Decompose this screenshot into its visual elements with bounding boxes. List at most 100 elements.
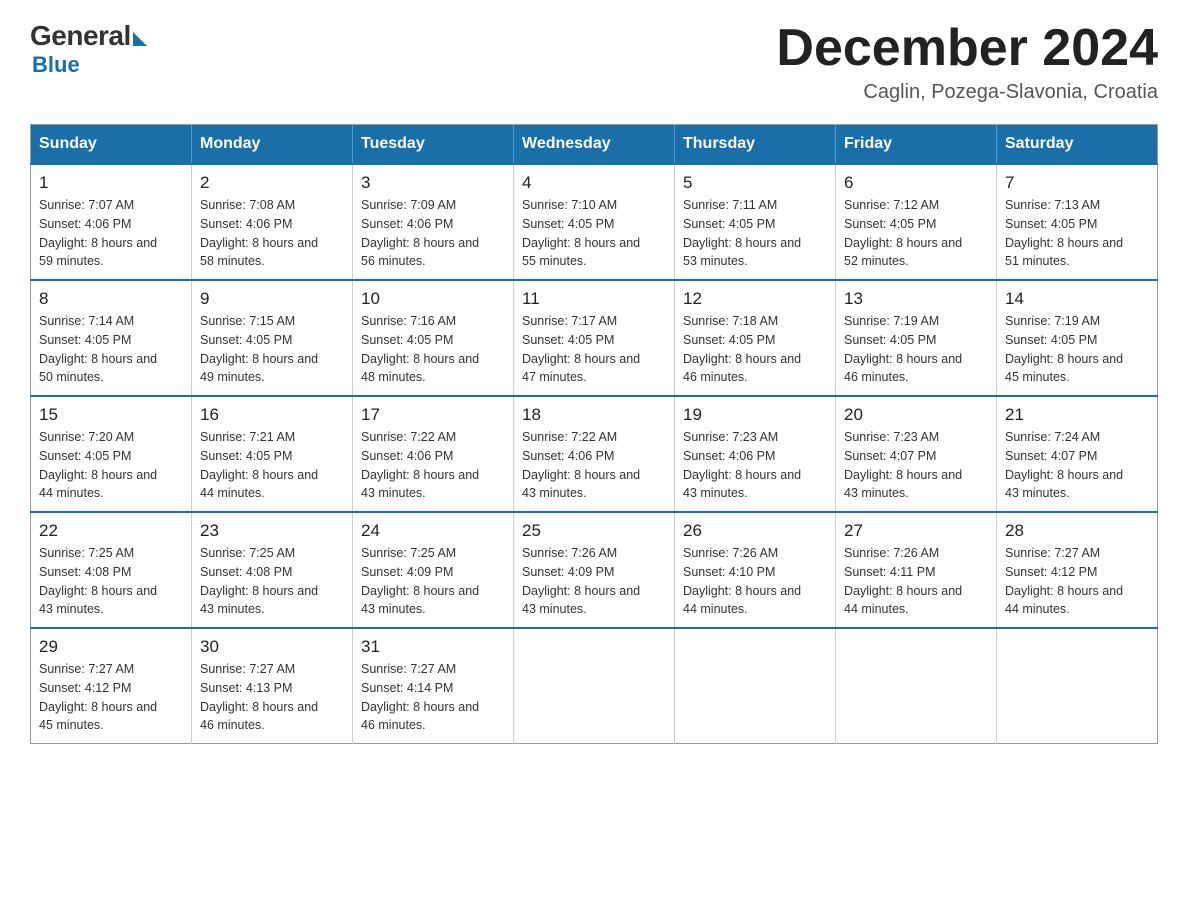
day-number: 25 [522, 521, 666, 541]
day-info: Sunrise: 7:07 AM Sunset: 4:06 PM Dayligh… [39, 196, 183, 271]
day-info: Sunrise: 7:17 AM Sunset: 4:05 PM Dayligh… [522, 312, 666, 387]
day-info: Sunrise: 7:13 AM Sunset: 4:05 PM Dayligh… [1005, 196, 1149, 271]
day-number: 5 [683, 173, 827, 193]
month-title: December 2024 [776, 20, 1158, 77]
table-row: 12 Sunrise: 7:18 AM Sunset: 4:05 PM Dayl… [675, 280, 836, 396]
day-info: Sunrise: 7:27 AM Sunset: 4:12 PM Dayligh… [1005, 544, 1149, 619]
table-row [997, 628, 1158, 744]
calendar-week-row: 15 Sunrise: 7:20 AM Sunset: 4:05 PM Dayl… [31, 396, 1158, 512]
table-row: 4 Sunrise: 7:10 AM Sunset: 4:05 PM Dayli… [514, 164, 675, 280]
day-info: Sunrise: 7:11 AM Sunset: 4:05 PM Dayligh… [683, 196, 827, 271]
table-row: 26 Sunrise: 7:26 AM Sunset: 4:10 PM Dayl… [675, 512, 836, 628]
col-thursday: Thursday [675, 125, 836, 165]
calendar-week-row: 8 Sunrise: 7:14 AM Sunset: 4:05 PM Dayli… [31, 280, 1158, 396]
logo-blue-text: Blue [32, 52, 80, 78]
table-row: 31 Sunrise: 7:27 AM Sunset: 4:14 PM Dayl… [353, 628, 514, 744]
day-info: Sunrise: 7:26 AM Sunset: 4:11 PM Dayligh… [844, 544, 988, 619]
day-info: Sunrise: 7:27 AM Sunset: 4:12 PM Dayligh… [39, 660, 183, 735]
day-info: Sunrise: 7:25 AM Sunset: 4:08 PM Dayligh… [39, 544, 183, 619]
table-row: 27 Sunrise: 7:26 AM Sunset: 4:11 PM Dayl… [836, 512, 997, 628]
day-info: Sunrise: 7:26 AM Sunset: 4:09 PM Dayligh… [522, 544, 666, 619]
table-row: 15 Sunrise: 7:20 AM Sunset: 4:05 PM Dayl… [31, 396, 192, 512]
day-info: Sunrise: 7:23 AM Sunset: 4:07 PM Dayligh… [844, 428, 988, 503]
col-wednesday: Wednesday [514, 125, 675, 165]
table-row: 11 Sunrise: 7:17 AM Sunset: 4:05 PM Dayl… [514, 280, 675, 396]
table-row: 24 Sunrise: 7:25 AM Sunset: 4:09 PM Dayl… [353, 512, 514, 628]
day-number: 17 [361, 405, 505, 425]
day-info: Sunrise: 7:21 AM Sunset: 4:05 PM Dayligh… [200, 428, 344, 503]
day-number: 16 [200, 405, 344, 425]
day-number: 9 [200, 289, 344, 309]
day-info: Sunrise: 7:23 AM Sunset: 4:06 PM Dayligh… [683, 428, 827, 503]
day-number: 26 [683, 521, 827, 541]
day-info: Sunrise: 7:26 AM Sunset: 4:10 PM Dayligh… [683, 544, 827, 619]
day-info: Sunrise: 7:12 AM Sunset: 4:05 PM Dayligh… [844, 196, 988, 271]
day-number: 10 [361, 289, 505, 309]
table-row: 16 Sunrise: 7:21 AM Sunset: 4:05 PM Dayl… [192, 396, 353, 512]
day-number: 1 [39, 173, 183, 193]
logo: General Blue [30, 20, 147, 78]
table-row: 28 Sunrise: 7:27 AM Sunset: 4:12 PM Dayl… [997, 512, 1158, 628]
table-row: 18 Sunrise: 7:22 AM Sunset: 4:06 PM Dayl… [514, 396, 675, 512]
day-info: Sunrise: 7:25 AM Sunset: 4:08 PM Dayligh… [200, 544, 344, 619]
table-row: 6 Sunrise: 7:12 AM Sunset: 4:05 PM Dayli… [836, 164, 997, 280]
col-monday: Monday [192, 125, 353, 165]
calendar-week-row: 29 Sunrise: 7:27 AM Sunset: 4:12 PM Dayl… [31, 628, 1158, 744]
table-row: 10 Sunrise: 7:16 AM Sunset: 4:05 PM Dayl… [353, 280, 514, 396]
logo-arrow-icon [133, 32, 147, 46]
day-info: Sunrise: 7:27 AM Sunset: 4:14 PM Dayligh… [361, 660, 505, 735]
day-info: Sunrise: 7:22 AM Sunset: 4:06 PM Dayligh… [361, 428, 505, 503]
col-friday: Friday [836, 125, 997, 165]
table-row [836, 628, 997, 744]
table-row: 1 Sunrise: 7:07 AM Sunset: 4:06 PM Dayli… [31, 164, 192, 280]
day-number: 3 [361, 173, 505, 193]
table-row: 19 Sunrise: 7:23 AM Sunset: 4:06 PM Dayl… [675, 396, 836, 512]
table-row: 9 Sunrise: 7:15 AM Sunset: 4:05 PM Dayli… [192, 280, 353, 396]
day-number: 6 [844, 173, 988, 193]
day-info: Sunrise: 7:14 AM Sunset: 4:05 PM Dayligh… [39, 312, 183, 387]
calendar-header-row: Sunday Monday Tuesday Wednesday Thursday… [31, 125, 1158, 165]
table-row: 14 Sunrise: 7:19 AM Sunset: 4:05 PM Dayl… [997, 280, 1158, 396]
day-number: 2 [200, 173, 344, 193]
day-number: 24 [361, 521, 505, 541]
day-number: 20 [844, 405, 988, 425]
table-row: 22 Sunrise: 7:25 AM Sunset: 4:08 PM Dayl… [31, 512, 192, 628]
day-info: Sunrise: 7:15 AM Sunset: 4:05 PM Dayligh… [200, 312, 344, 387]
day-number: 14 [1005, 289, 1149, 309]
page-header: General Blue December 2024 Caglin, Pozeg… [30, 20, 1158, 104]
day-number: 30 [200, 637, 344, 657]
day-number: 18 [522, 405, 666, 425]
day-number: 28 [1005, 521, 1149, 541]
table-row: 7 Sunrise: 7:13 AM Sunset: 4:05 PM Dayli… [997, 164, 1158, 280]
calendar-table: Sunday Monday Tuesday Wednesday Thursday… [30, 124, 1158, 744]
table-row: 17 Sunrise: 7:22 AM Sunset: 4:06 PM Dayl… [353, 396, 514, 512]
day-number: 22 [39, 521, 183, 541]
col-sunday: Sunday [31, 125, 192, 165]
day-info: Sunrise: 7:10 AM Sunset: 4:05 PM Dayligh… [522, 196, 666, 271]
table-row: 25 Sunrise: 7:26 AM Sunset: 4:09 PM Dayl… [514, 512, 675, 628]
logo-general-text: General [30, 20, 131, 52]
col-tuesday: Tuesday [353, 125, 514, 165]
day-info: Sunrise: 7:19 AM Sunset: 4:05 PM Dayligh… [844, 312, 988, 387]
table-row: 5 Sunrise: 7:11 AM Sunset: 4:05 PM Dayli… [675, 164, 836, 280]
day-info: Sunrise: 7:19 AM Sunset: 4:05 PM Dayligh… [1005, 312, 1149, 387]
day-info: Sunrise: 7:22 AM Sunset: 4:06 PM Dayligh… [522, 428, 666, 503]
table-row: 3 Sunrise: 7:09 AM Sunset: 4:06 PM Dayli… [353, 164, 514, 280]
day-number: 21 [1005, 405, 1149, 425]
calendar-week-row: 1 Sunrise: 7:07 AM Sunset: 4:06 PM Dayli… [31, 164, 1158, 280]
day-info: Sunrise: 7:25 AM Sunset: 4:09 PM Dayligh… [361, 544, 505, 619]
table-row: 8 Sunrise: 7:14 AM Sunset: 4:05 PM Dayli… [31, 280, 192, 396]
day-number: 8 [39, 289, 183, 309]
table-row: 21 Sunrise: 7:24 AM Sunset: 4:07 PM Dayl… [997, 396, 1158, 512]
day-number: 27 [844, 521, 988, 541]
table-row: 20 Sunrise: 7:23 AM Sunset: 4:07 PM Dayl… [836, 396, 997, 512]
location-subtitle: Caglin, Pozega-Slavonia, Croatia [776, 81, 1158, 104]
day-number: 29 [39, 637, 183, 657]
day-info: Sunrise: 7:08 AM Sunset: 4:06 PM Dayligh… [200, 196, 344, 271]
day-info: Sunrise: 7:16 AM Sunset: 4:05 PM Dayligh… [361, 312, 505, 387]
table-row: 23 Sunrise: 7:25 AM Sunset: 4:08 PM Dayl… [192, 512, 353, 628]
day-info: Sunrise: 7:20 AM Sunset: 4:05 PM Dayligh… [39, 428, 183, 503]
calendar-week-row: 22 Sunrise: 7:25 AM Sunset: 4:08 PM Dayl… [31, 512, 1158, 628]
table-row: 13 Sunrise: 7:19 AM Sunset: 4:05 PM Dayl… [836, 280, 997, 396]
table-row: 2 Sunrise: 7:08 AM Sunset: 4:06 PM Dayli… [192, 164, 353, 280]
